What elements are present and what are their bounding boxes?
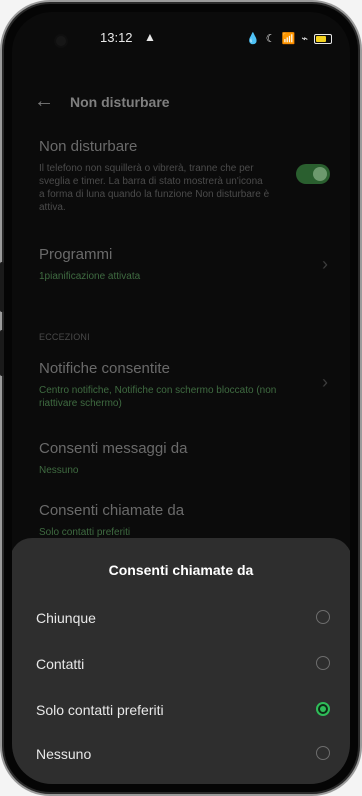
dnd-toggle[interactable] bbox=[296, 164, 330, 184]
phone-frame: 13:12 ▲ 💧 ☾ 📶 ⌁ ← Non disturbare Non dis… bbox=[4, 4, 358, 792]
option-label: Nessuno bbox=[36, 746, 92, 762]
programmi-title: Programmi bbox=[39, 246, 113, 263]
sheet-title: Consenti chiamate da bbox=[108, 562, 254, 578]
moon-icon: ☾ bbox=[265, 33, 276, 45]
warning-triangle-icon: ▲ bbox=[144, 30, 156, 44]
dnd-title: Non disturbare bbox=[39, 138, 138, 155]
drop-icon: 💧 bbox=[246, 33, 260, 45]
radio-button-selected[interactable] bbox=[316, 702, 330, 716]
front-camera bbox=[56, 36, 66, 46]
screen: 13:12 ▲ 💧 ☾ 📶 ⌁ ← Non disturbare Non dis… bbox=[12, 12, 350, 784]
option-label: Contatti bbox=[36, 656, 85, 672]
messaggi-subtitle: Nessuno bbox=[39, 465, 79, 476]
back-arrow-icon[interactable]: ← bbox=[34, 90, 54, 113]
option-label: Chiunque bbox=[36, 610, 96, 626]
notifiche-title: Notifiche consentite bbox=[39, 360, 170, 377]
page-title: Non disturbare bbox=[70, 94, 170, 110]
chiamate-title: Consenti chiamate da bbox=[39, 502, 185, 519]
section-eccezioni: ECCEZIONI bbox=[39, 332, 90, 342]
status-icons: 💧 ☾ 📶 ⌁ bbox=[246, 32, 332, 45]
option-contatti[interactable]: Contatti bbox=[12, 644, 350, 684]
programmi-subtitle: 1pianificazione attivata bbox=[39, 271, 141, 282]
bottom-sheet: Consenti chiamate da Chiunque Contatti S… bbox=[12, 538, 350, 784]
status-time: 13:12 bbox=[100, 30, 133, 45]
radio-button[interactable] bbox=[316, 610, 330, 624]
option-solo-contatti-preferiti[interactable]: Solo contatti preferiti bbox=[12, 690, 350, 730]
signal-icon: ⌁ bbox=[301, 33, 308, 45]
toggle-knob bbox=[313, 167, 327, 181]
app-bar: ← Non disturbare bbox=[12, 86, 350, 120]
dnd-setting[interactable]: Non disturbare Il telefono non squillerà… bbox=[12, 130, 350, 226]
volume-button bbox=[0, 262, 4, 312]
messaggi-title: Consenti messaggi da bbox=[39, 440, 188, 457]
chevron-right-icon: › bbox=[322, 372, 328, 392]
option-chiunque[interactable]: Chiunque bbox=[12, 598, 350, 638]
battery-icon bbox=[314, 33, 332, 44]
notifiche-subtitle: Centro notifiche, Notifiche con schermo … bbox=[39, 385, 277, 409]
option-nessuno[interactable]: Nessuno bbox=[12, 734, 350, 774]
programmi-setting[interactable]: Programmi 1pianificazione attivata › bbox=[12, 244, 350, 290]
messaggi-setting[interactable]: Consenti messaggi da Nessuno bbox=[12, 438, 350, 482]
dnd-description: Il telefono non squillerà o vibrerà, tra… bbox=[39, 163, 270, 213]
radio-button[interactable] bbox=[316, 746, 330, 760]
option-label: Solo contatti preferiti bbox=[36, 702, 164, 718]
status-bar: 13:12 ▲ 💧 ☾ 📶 ⌁ bbox=[12, 30, 350, 52]
chevron-right-icon: › bbox=[322, 254, 328, 274]
power-button bbox=[0, 330, 4, 376]
notifiche-setting[interactable]: Notifiche consentite Centro notifiche, N… bbox=[12, 358, 350, 414]
wifi-icon: 📶 bbox=[281, 33, 296, 45]
radio-button[interactable] bbox=[316, 656, 330, 670]
